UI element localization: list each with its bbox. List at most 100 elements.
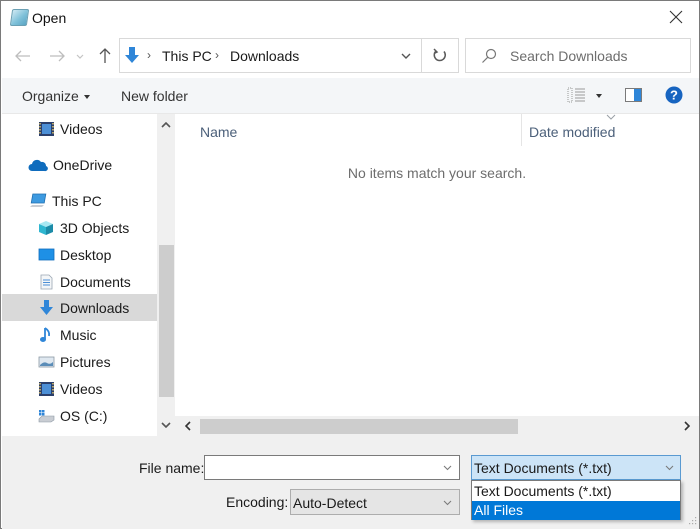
chevron-left-icon: [185, 421, 191, 431]
address-bar[interactable]: › This PC › Downloads: [119, 38, 459, 73]
sidebar-item-label: OneDrive: [53, 156, 113, 173]
preview-pane-icon: [625, 88, 642, 102]
sidebar-item-label: 3D Objects: [60, 219, 130, 236]
sidebar-item-music[interactable]: Music: [2, 321, 158, 348]
file-list-horizontal-scrollbar[interactable]: [175, 416, 699, 436]
sidebar-item-label: OS (C:): [60, 407, 108, 424]
organize-label: Organize: [22, 88, 79, 104]
sidebar-item-documents[interactable]: Documents: [2, 268, 158, 295]
chevron-down-icon[interactable]: [443, 465, 452, 471]
chevron-down-icon: [161, 422, 171, 428]
file-list[interactable]: Name Date modified No items match your s…: [175, 114, 699, 416]
help-button[interactable]: ?: [665, 86, 683, 107]
chevron-down-icon: [443, 500, 452, 506]
sidebar-item-label: Desktop: [60, 246, 112, 263]
onedrive-cloud-icon: [28, 159, 48, 171]
address-history-dropdown[interactable]: [392, 39, 420, 72]
scroll-left-button[interactable]: [179, 417, 197, 435]
new-folder-button[interactable]: New folder: [121, 88, 188, 104]
breadcrumb-this-pc[interactable]: This PC: [162, 48, 212, 64]
encoding-dropdown[interactable]: Auto-Detect: [290, 489, 460, 515]
this-pc-icon: [30, 193, 47, 207]
column-header-name[interactable]: Name: [200, 124, 237, 140]
svg-text:?: ?: [670, 88, 678, 103]
downloads-icon: [40, 299, 53, 315]
help-icon: ?: [665, 86, 683, 104]
open-dialog: Open › This PC › Downloads Search Downlo…: [0, 0, 700, 529]
sidebar-item-videos-2[interactable]: Videos: [2, 375, 158, 402]
command-bar: Organize New folder ?: [2, 78, 699, 114]
empty-message: No items match your search.: [347, 165, 527, 181]
sidebar-item-desktop[interactable]: Desktop: [2, 241, 158, 268]
search-icon: [482, 48, 497, 63]
up-button[interactable]: [94, 45, 116, 67]
file-type-selected: Text Documents (*.txt): [474, 460, 612, 476]
documents-icon: [40, 274, 53, 289]
sidebar-item-label: Music: [60, 326, 97, 343]
file-name-combobox[interactable]: [204, 455, 460, 480]
music-icon: [40, 326, 51, 342]
details-view-icon: [567, 87, 585, 103]
refresh-icon: [433, 48, 447, 62]
sidebar-item-label: Videos: [60, 380, 103, 397]
scroll-thumb[interactable]: [200, 419, 518, 434]
breadcrumb-separator: ›: [215, 48, 219, 62]
chevron-down-icon: [401, 53, 411, 59]
scroll-up-button[interactable]: [157, 116, 175, 134]
organize-button[interactable]: Organize: [22, 88, 90, 104]
change-view-button[interactable]: [567, 87, 607, 105]
forward-button[interactable]: [46, 45, 68, 67]
videos-icon: [39, 381, 54, 396]
file-type-dropdown-list: Text Documents (*.txt) All Files: [471, 480, 681, 520]
chevron-right-icon: [684, 421, 690, 431]
scroll-thumb[interactable]: [159, 245, 174, 397]
pictures-icon: [38, 356, 55, 367]
sidebar-item-this-pc[interactable]: This PC: [2, 187, 158, 214]
file-type-option-all-files[interactable]: All Files: [472, 501, 680, 520]
downloads-icon: [125, 47, 139, 63]
column-header-date-modified[interactable]: Date modified: [529, 124, 615, 140]
file-type-combobox[interactable]: Text Documents (*.txt): [471, 455, 681, 480]
sidebar-item-downloads[interactable]: Downloads: [2, 294, 158, 321]
scroll-right-button[interactable]: [678, 417, 696, 435]
sidebar-item-os-c[interactable]: OS (C:): [2, 402, 158, 429]
caret-down-icon: [596, 94, 602, 98]
drive-icon: [38, 409, 55, 422]
preview-pane-button[interactable]: [625, 88, 642, 105]
sidebar-item-label: Pictures: [60, 353, 111, 370]
sidebar-item-label: Videos: [60, 120, 103, 137]
3d-objects-icon: [39, 220, 53, 235]
encoding-label: Encoding:: [226, 494, 289, 510]
chevron-down-icon: [665, 465, 674, 471]
videos-icon: [39, 121, 54, 136]
window-title: Open: [32, 10, 67, 26]
sidebar-item-pictures[interactable]: Pictures: [2, 348, 158, 375]
sidebar-item-onedrive[interactable]: OneDrive: [2, 151, 158, 178]
refresh-button[interactable]: [421, 39, 458, 72]
column-divider[interactable]: [521, 114, 522, 146]
search-input[interactable]: Search Downloads: [510, 48, 628, 64]
back-button[interactable]: [12, 45, 34, 67]
sidebar-item-3d-objects[interactable]: 3D Objects: [2, 214, 158, 241]
resize-grip-icon[interactable]: [688, 516, 697, 525]
sidebar-item-label: Documents: [60, 273, 131, 290]
recent-locations-button[interactable]: [74, 45, 86, 67]
encoding-value: Auto-Detect: [293, 495, 367, 511]
navigation-pane-scrollbar[interactable]: [157, 114, 175, 436]
sidebar-item-label: Downloads: [60, 299, 130, 316]
breadcrumb-downloads[interactable]: Downloads: [230, 48, 299, 64]
close-icon: [669, 10, 683, 24]
file-name-label: File name:: [139, 460, 205, 476]
sort-chevron-icon: [606, 114, 616, 120]
search-box[interactable]: Search Downloads: [465, 38, 691, 73]
scroll-down-button[interactable]: [157, 416, 175, 434]
file-type-option-txt[interactable]: Text Documents (*.txt): [472, 482, 680, 501]
caret-down-icon: [83, 95, 90, 100]
sidebar-item-label: This PC: [52, 192, 102, 209]
navigation-pane: Videos OneDrive This PC 3D Objects Deskt…: [2, 114, 158, 436]
close-button[interactable]: [653, 1, 699, 33]
sidebar-item-videos[interactable]: Videos: [2, 115, 158, 142]
arrow-right-icon: [50, 50, 65, 62]
arrow-up-icon: [99, 48, 111, 63]
desktop-icon: [38, 248, 55, 260]
